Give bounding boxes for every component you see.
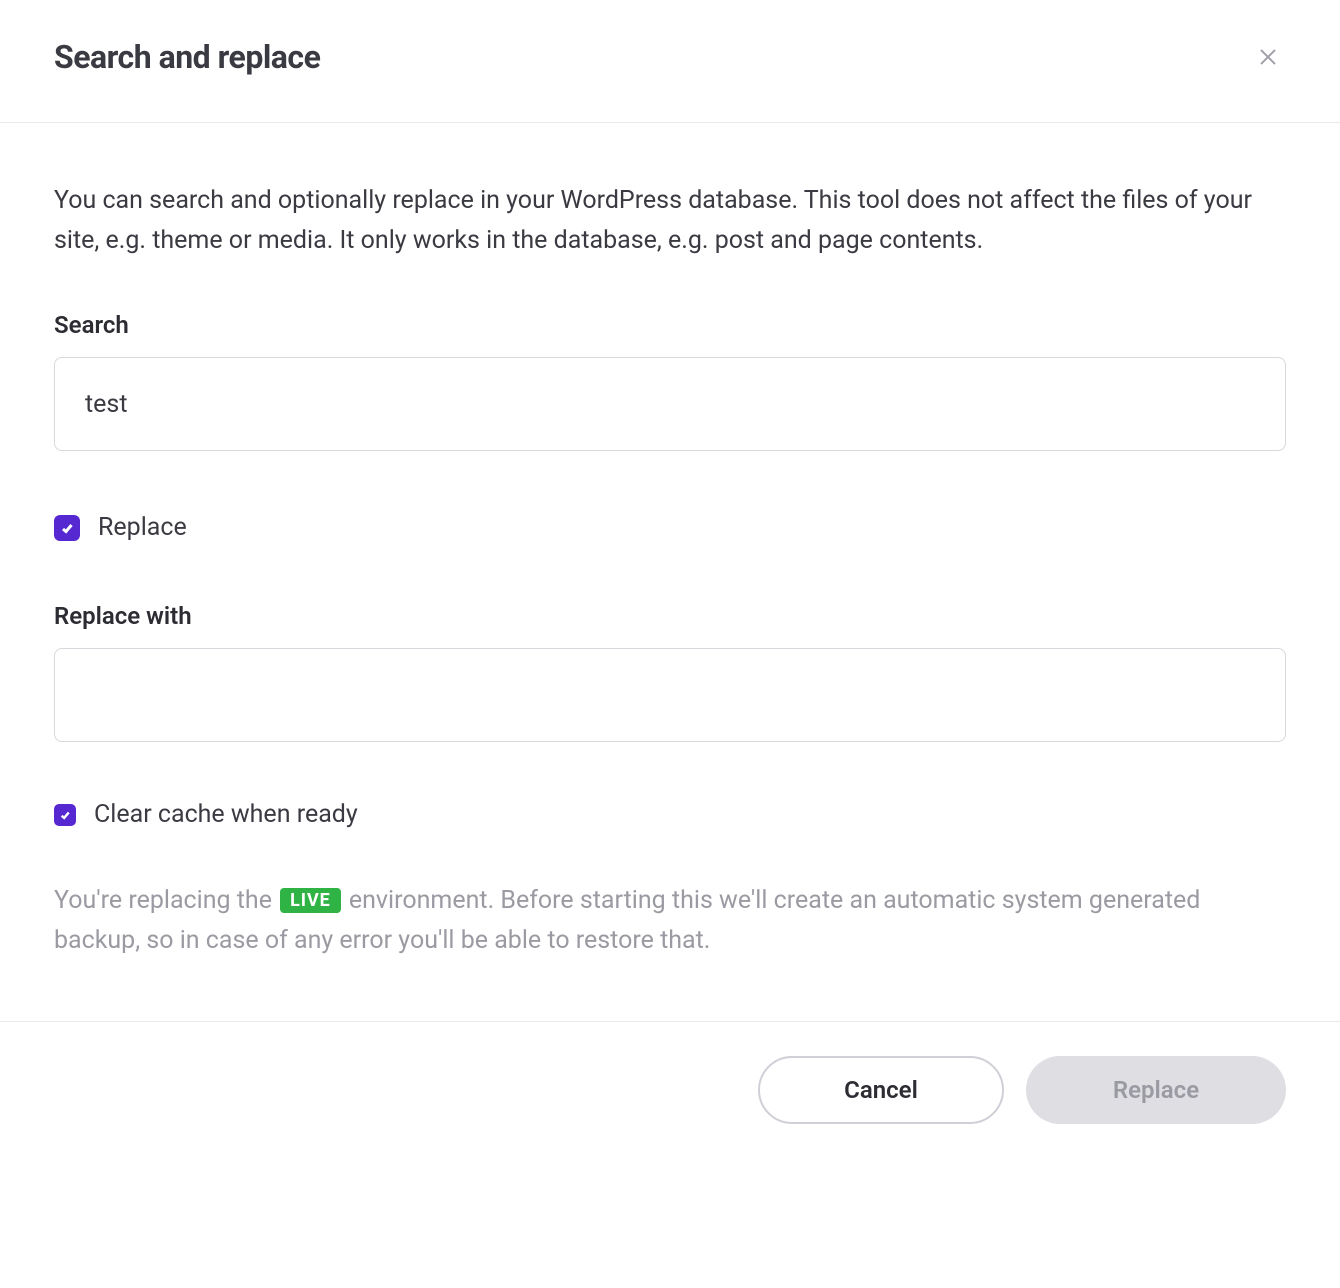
search-label: Search (54, 311, 1286, 339)
check-icon (61, 522, 73, 534)
modal-footer: Cancel Replace (0, 1021, 1340, 1166)
close-button[interactable] (1250, 39, 1286, 75)
clear-cache-checkbox-label: Clear cache when ready (94, 800, 358, 829)
modal-header: Search and replace (0, 0, 1340, 123)
replace-checkbox-label: Replace (98, 513, 187, 542)
clear-cache-checkbox[interactable] (54, 804, 76, 826)
replace-button[interactable]: Replace (1026, 1056, 1286, 1124)
warning-pre: You're replacing the (54, 886, 278, 915)
close-icon (1257, 46, 1279, 68)
replace-with-label: Replace with (54, 602, 1286, 630)
search-field-block: Search (54, 311, 1286, 451)
check-icon (60, 810, 70, 820)
cancel-button[interactable]: Cancel (758, 1056, 1004, 1124)
modal-body: You can search and optionally replace in… (0, 123, 1340, 1021)
live-badge: LIVE (280, 888, 341, 913)
search-input[interactable] (54, 357, 1286, 451)
description-text: You can search and optionally replace in… (54, 181, 1286, 261)
clear-cache-checkbox-row: Clear cache when ready (54, 800, 1286, 829)
environment-warning-text: You're replacing the LIVE environment. B… (54, 881, 1286, 961)
modal-title: Search and replace (54, 38, 320, 76)
replace-checkbox[interactable] (54, 515, 80, 541)
replace-with-input[interactable] (54, 648, 1286, 742)
replace-checkbox-row: Replace (54, 513, 1286, 542)
replace-with-field-block: Replace with (54, 602, 1286, 742)
search-replace-modal: Search and replace You can search and op… (0, 0, 1340, 1166)
